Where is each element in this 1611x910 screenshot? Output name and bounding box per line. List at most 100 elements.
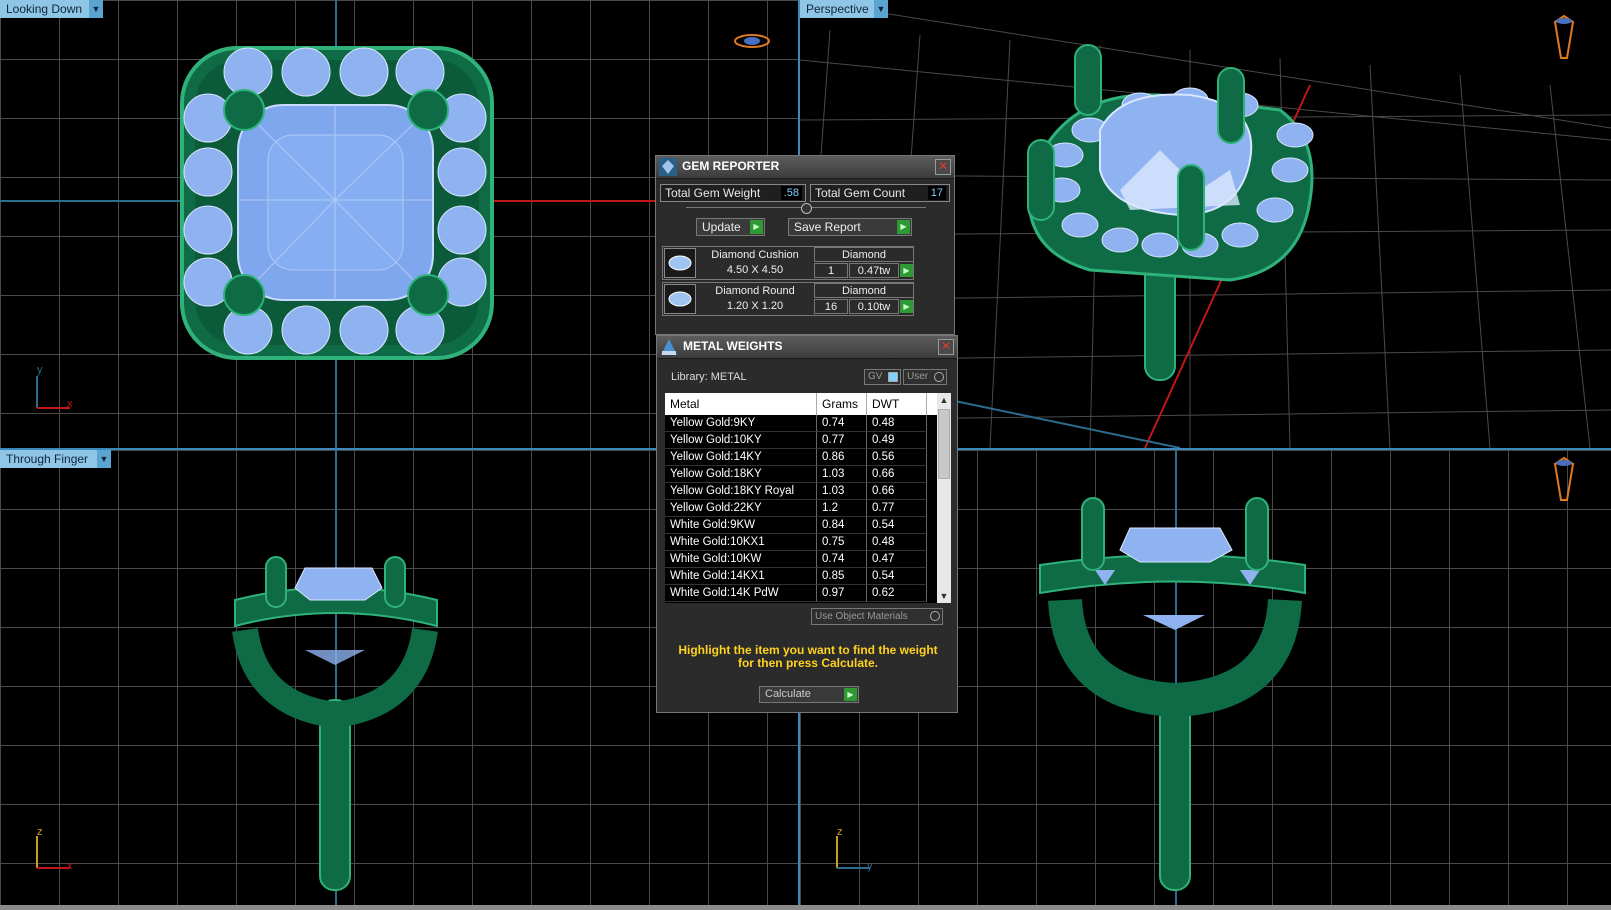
orbit-icon[interactable] (732, 30, 772, 57)
user-toggle-label: User (907, 371, 929, 382)
gem-count: 1 (814, 263, 848, 278)
use-object-materials-toggle[interactable]: Use Object Materials (811, 608, 943, 625)
cell-metal: White Gold:10KX1 (665, 534, 817, 551)
cell-metal: White Gold:10KW (665, 551, 817, 568)
metal-weights-title: METAL WEIGHTS (683, 339, 783, 353)
cell-dwt: 0.62 (867, 585, 927, 602)
cell-dwt: 0.47 (867, 551, 927, 568)
axis-x-label: x (67, 398, 73, 410)
table-row[interactable]: Yellow Gold:22KY 1.2 0.77 (665, 500, 943, 517)
gem-row-round[interactable]: Diamond Round Diamond 1.20 X 1.20 16 0.1… (662, 282, 914, 316)
gem-reporter-dialog: GEM REPORTER ✕ Total Gem Weight .58 Tota… (655, 155, 955, 335)
close-icon[interactable]: ✕ (935, 159, 951, 175)
cell-grams: 1.2 (817, 500, 867, 517)
bottom-border (0, 905, 1611, 910)
viewport-label-through-finger[interactable]: Through Finger ▼ (0, 450, 111, 468)
round-gem-icon (664, 284, 696, 314)
gem-select-button[interactable]: ▶ (900, 300, 913, 313)
play-icon: ▶ (897, 220, 910, 234)
calculate-button[interactable]: Calculate ▶ (759, 686, 859, 703)
cell-grams: 0.77 (817, 432, 867, 449)
scroll-down-icon[interactable]: ▼ (937, 589, 951, 603)
metal-table-scrollbar[interactable]: ▲ ▼ (937, 393, 951, 603)
cell-metal: White Gold:14K PdW (665, 585, 817, 602)
cell-dwt: 0.66 (867, 466, 927, 483)
cell-grams: 1.03 (817, 483, 867, 500)
cell-metal: Yellow Gold:18KY Royal (665, 483, 817, 500)
table-row[interactable]: White Gold:9KW 0.84 0.54 (665, 517, 943, 534)
cell-grams: 0.84 (817, 517, 867, 534)
axis-z-label: z (37, 826, 43, 838)
metal-table[interactable]: Metal Grams DWT Yellow Gold:9KY 0.74 0.48 Y… (665, 393, 943, 603)
cell-metal: Yellow Gold:18KY (665, 466, 817, 483)
chevron-down-icon[interactable]: ▼ (874, 0, 888, 18)
close-icon[interactable]: ✕ (938, 339, 954, 355)
camera-icon[interactable] (1553, 456, 1575, 509)
metal-table-header: Metal Grams DWT (665, 393, 943, 415)
gem-count: 16 (814, 299, 848, 314)
play-icon: ▶ (844, 688, 857, 701)
cell-dwt: 0.54 (867, 568, 927, 585)
cell-dwt: 0.49 (867, 432, 927, 449)
table-row[interactable]: Yellow Gold:18KY Royal 1.03 0.66 (665, 483, 943, 500)
table-row[interactable]: Yellow Gold:18KY 1.03 0.66 (665, 466, 943, 483)
total-gem-count-value: 17 (927, 186, 946, 200)
cell-grams: 0.74 (817, 415, 867, 432)
gem-reporter-titlebar[interactable]: GEM REPORTER ✕ (656, 156, 954, 179)
cushion-gem-icon (664, 248, 696, 278)
gv-toggle[interactable]: GV (864, 369, 901, 385)
metal-weights-titlebar[interactable]: METAL WEIGHTS ✕ (657, 336, 957, 359)
total-gem-weight-label: Total Gem Weight (665, 186, 761, 200)
chevron-down-icon[interactable]: ▼ (97, 450, 111, 468)
cell-grams: 0.86 (817, 449, 867, 466)
camera-icon[interactable] (1553, 14, 1575, 67)
play-icon: ▶ (750, 220, 763, 234)
axis-y-label: y (37, 364, 43, 376)
cell-grams: 0.85 (817, 568, 867, 585)
table-row[interactable]: Yellow Gold:9KY 0.74 0.48 (665, 415, 943, 432)
save-report-button[interactable]: Save Report ▶ (788, 218, 912, 236)
viewport-label-perspective[interactable]: Perspective ▼ (800, 0, 888, 18)
viewport-label-text: Through Finger (6, 452, 89, 466)
gem-weight: 0.47tw (849, 263, 899, 278)
table-row[interactable]: White Gold:10KX1 0.75 0.48 (665, 534, 943, 551)
gem-name: Diamond Round (715, 285, 795, 297)
user-toggle[interactable]: User (903, 369, 947, 385)
chevron-down-icon[interactable]: ▼ (89, 0, 103, 18)
gem-size: 4.50 X 4.50 (726, 264, 784, 276)
scroll-thumb[interactable] (938, 409, 950, 479)
library-label: Library: METAL (671, 371, 747, 383)
update-button[interactable]: Update ▶ (696, 218, 765, 236)
calculate-hint: Highlight the item you want to find the … (678, 643, 938, 670)
total-gem-count-label: Total Gem Count (815, 186, 906, 200)
cell-metal: White Gold:9KW (665, 517, 817, 534)
cell-dwt: 0.48 (867, 415, 927, 432)
metal-weights-dialog: METAL WEIGHTS ✕ Library: METAL GV User M… (656, 335, 958, 713)
cell-dwt: 0.54 (867, 517, 927, 534)
viewport-label-looking-down[interactable]: Looking Down ▼ (0, 0, 103, 18)
scroll-up-icon[interactable]: ▲ (937, 393, 951, 407)
cell-dwt: 0.48 (867, 534, 927, 551)
column-header-metal[interactable]: Metal (665, 393, 817, 415)
toggle-on-icon (888, 372, 898, 382)
cell-dwt: 0.77 (867, 500, 927, 517)
gem-select-button[interactable]: ▶ (900, 264, 913, 277)
table-row[interactable]: Yellow Gold:14KY 0.86 0.56 (665, 449, 943, 466)
splitter-knob-icon[interactable] (801, 203, 812, 214)
column-header-dwt[interactable]: DWT (867, 393, 927, 415)
gem-row-cushion[interactable]: Diamond Cushion Diamond 4.50 X 4.50 1 0.… (662, 246, 914, 280)
cell-grams: 1.03 (817, 466, 867, 483)
cell-metal: White Gold:14KX1 (665, 568, 817, 585)
table-row[interactable]: White Gold:14KX1 0.85 0.54 (665, 568, 943, 585)
table-row[interactable]: Yellow Gold:10KY 0.77 0.49 (665, 432, 943, 449)
table-row[interactable]: White Gold:14K PdW 0.97 0.62 (665, 585, 943, 602)
use-object-materials-label: Use Object Materials (815, 611, 908, 622)
cell-grams: 0.75 (817, 534, 867, 551)
cell-metal: Yellow Gold:10KY (665, 432, 817, 449)
viewport-label-text: Looking Down (6, 2, 83, 16)
column-header-grams[interactable]: Grams (817, 393, 867, 415)
cell-dwt: 0.66 (867, 483, 927, 500)
axis-z-label: z (837, 826, 843, 838)
table-row[interactable]: White Gold:10KW 0.74 0.47 (665, 551, 943, 568)
total-gem-weight-value: .58 (780, 186, 802, 200)
